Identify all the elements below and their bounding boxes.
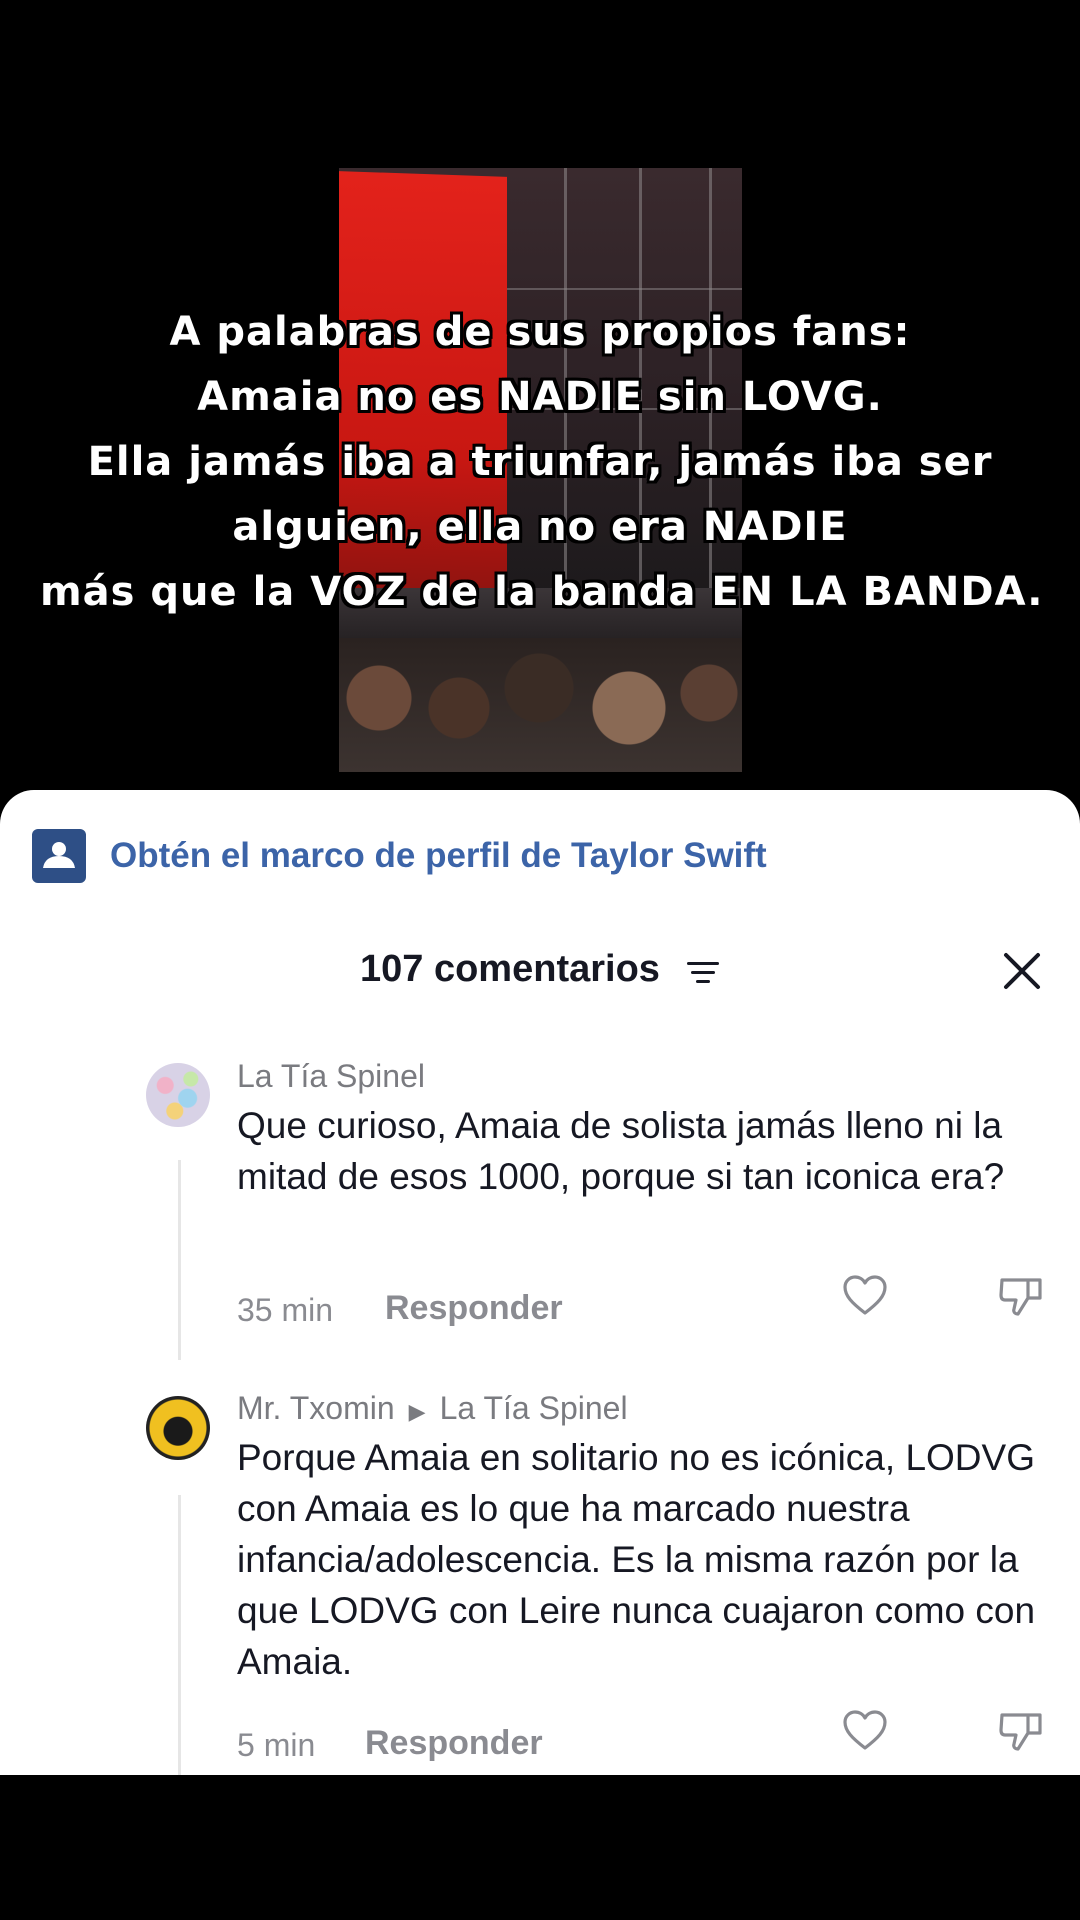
- heart-icon[interactable]: [842, 1709, 888, 1751]
- reply-to-username[interactable]: La Tía Spinel: [440, 1390, 628, 1426]
- username-text[interactable]: Mr. Txomin: [237, 1390, 395, 1426]
- dislike-icon[interactable]: [998, 1709, 1044, 1753]
- caption-line: alguien, ella no era NADIE: [232, 504, 848, 550]
- comments-count-title: 107 comentarios: [360, 948, 660, 990]
- avatar[interactable]: [146, 1063, 210, 1127]
- reply-button[interactable]: Responder: [365, 1724, 543, 1763]
- crowd: [339, 638, 742, 772]
- heart-icon[interactable]: [842, 1274, 888, 1316]
- close-icon[interactable]: [1003, 952, 1041, 990]
- profile-frame-icon: [32, 829, 86, 883]
- promo-text: Obtén el marco de perfil de Taylor Swift: [110, 836, 767, 875]
- comment-username[interactable]: La Tía Spinel: [237, 1058, 425, 1095]
- video-caption-overlay: A palabras de sus propios fans: Amaia no…: [40, 300, 1044, 625]
- comment-timestamp: 5 min: [237, 1727, 316, 1763]
- reply-arrow-icon: ▶: [408, 1399, 426, 1424]
- comment-text: Porque Amaia en solitario no es icónica,…: [237, 1437, 1036, 1682]
- avatar[interactable]: [146, 1396, 210, 1460]
- profile-frame-promo[interactable]: Obtén el marco de perfil de Taylor Swift: [32, 828, 767, 884]
- stage-truss: [507, 288, 742, 290]
- caption-line: Ella jamás iba a triunfar, jamás iba ser: [87, 439, 993, 485]
- thread-line: [178, 1495, 181, 1775]
- filter-icon[interactable]: [687, 960, 719, 986]
- reply-button[interactable]: Responder: [385, 1289, 563, 1328]
- username-text[interactable]: La Tía Spinel: [237, 1058, 425, 1094]
- thread-line: [178, 1160, 181, 1360]
- comment-timestamp: 35 min: [237, 1292, 334, 1328]
- dislike-icon[interactable]: [998, 1274, 1044, 1318]
- comment-username[interactable]: Mr. Txomin ▶ La Tía Spinel: [237, 1390, 628, 1427]
- comments-sheet: Obtén el marco de perfil de Taylor Swift…: [0, 790, 1080, 1775]
- caption-line: Amaia no es NADIE sin LOVG.: [197, 374, 883, 420]
- caption-line: más que la VOZ de la banda EN LA BANDA.: [40, 569, 1044, 615]
- comment-text: Que curioso, Amaia de solista jamás llen…: [237, 1105, 1005, 1197]
- caption-line: A palabras de sus propios fans:: [169, 309, 911, 355]
- comments-header: 107 comentarios: [0, 948, 1080, 1008]
